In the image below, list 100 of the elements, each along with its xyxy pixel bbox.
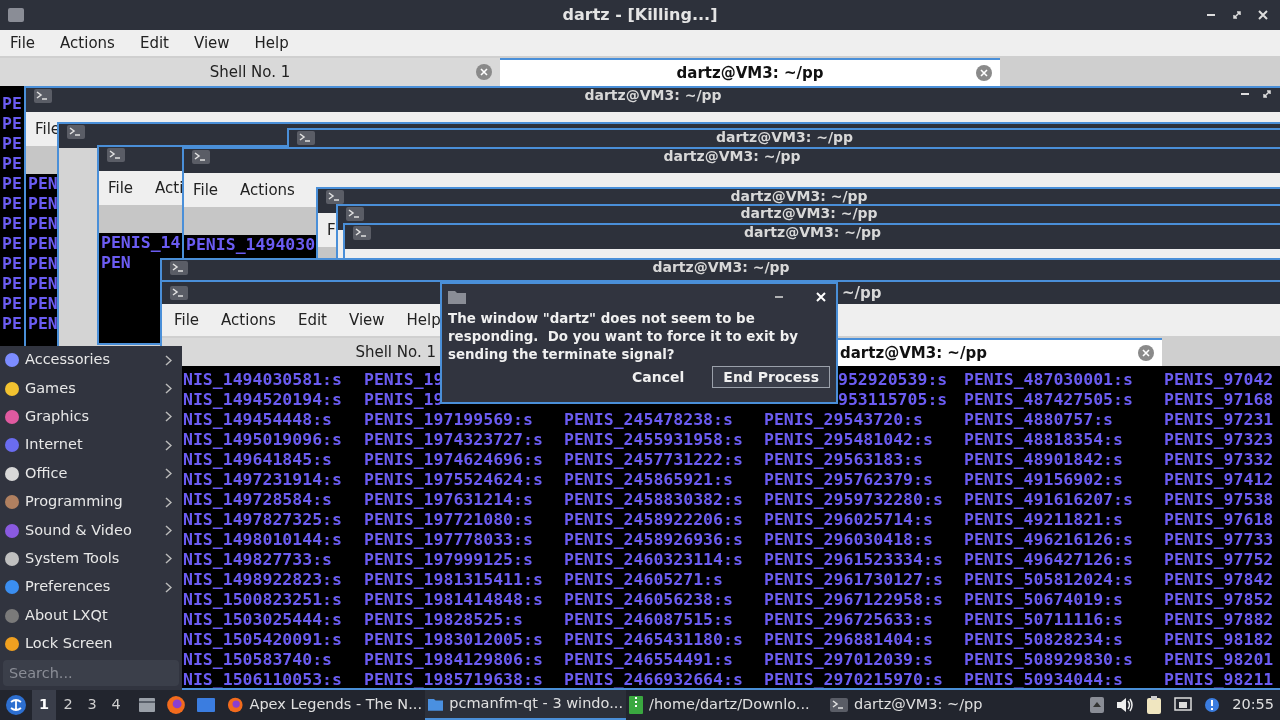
terminal-line: PE [2,294,22,314]
terminal-text: NIS_1503025444:s [183,610,342,630]
terminal-text: PENIS_1985719638:s [364,670,543,688]
terminal-text: PENIS_487030001:s [964,370,1133,390]
desktop-switch[interactable]: 4 [104,690,128,720]
terminal-text: PENIS_97882 [1164,610,1274,630]
terminal-text: NIS_1498922823:s [183,570,342,590]
terminal-line: PEN [28,314,58,334]
menu-item[interactable]: Actions [221,308,276,332]
menu-item[interactable]: Edit [297,308,327,332]
terminal-line: PE [2,254,22,274]
menu-item[interactable]: Preferences [0,573,182,602]
terminal-text: PENIS_491616207:s [964,490,1133,510]
desktop-switch[interactable]: 3 [80,690,104,720]
terminal-text: PENIS_19 [364,390,444,410]
terminal-line: PE [2,94,22,114]
terminal-text: PENIS_97618 [1164,510,1274,530]
terminal-line: PEN [28,294,58,314]
desktop-switch[interactable]: 2 [56,690,80,720]
terminal-text: PENIS_197631214:s [364,490,533,510]
terminal-text: PENIS_2961730127:s [764,570,943,590]
menu-item[interactable]: File [193,178,219,202]
terminal-text: PENIS_19828525:s [364,610,523,630]
window-title: dartz@VM3: ~/pp [584,88,722,103]
terminal-text: PENIS_1984129806:s [364,650,543,670]
menu-item[interactable]: File [108,176,134,200]
window-title: dartz@VM3: ~/pp [715,130,854,145]
terminal-text: PENIS_508929830:s [964,650,1133,670]
terminal-text: NIS_149454448:s [183,410,332,430]
terminal-text: PENIS_2961523334:s [764,550,943,570]
menu-item[interactable]: Games [0,374,182,403]
terminal-line: PEN [28,194,58,214]
terminal-text: PENIS_296025714:s [764,510,933,530]
terminal-line: PE [2,134,22,154]
terminal-text: PENIS_48818354:s [964,430,1123,450]
terminal-text: PENIS_197199569:s [364,410,533,430]
terminal-text: PENIS_2967122958:s [764,590,943,610]
terminal-text: PENIS_197721080:s [364,510,533,530]
terminal-line: PEN [28,214,58,234]
task-button[interactable]: Apex Legends - The N... [224,690,425,720]
desktop-switch[interactable]: 1 [32,690,56,720]
menu-item[interactable]: F [327,218,336,242]
menu-item[interactable]: Graphics [0,402,182,432]
tab[interactable]: dartz@VM3: ~/pp [500,58,1000,86]
menu-item[interactable]: File [10,31,36,55]
terminal-text: NIS_1497827325:s [183,510,342,530]
terminal-text: NIS_149728584:s [183,490,332,510]
terminal-text: PENIS_97323 [1164,430,1274,450]
search-field[interactable]: Search... [3,660,179,687]
menu-item[interactable]: Help [254,31,289,55]
terminal-text: PENIS_296030418:s [764,530,933,550]
terminal-text: PENIS_49156902:s [964,470,1123,490]
menu-item[interactable]: Internet [0,431,182,460]
menu-item[interactable]: System Tools [0,544,182,574]
menu-item[interactable]: Acti [155,176,184,200]
terminal-line: PE [2,274,22,294]
window-title: dartz@VM3: ~/pp [730,189,868,204]
menu-item[interactable]: Actions [60,31,115,55]
terminal-text: PENIS_97752 [1164,550,1274,570]
terminal-text: PENIS_2959732280:s [764,490,943,510]
terminal-text: PENIS_49211821:s [964,510,1123,530]
terminal-text: 953115705:s [838,390,948,410]
window-title: dartz@VM3: ~/pp [740,206,878,221]
terminal-line: PE [2,214,22,234]
terminal-text: PENIS_97538 [1164,490,1274,510]
terminal-text: PENIS_297012039:s [764,650,933,670]
window-title: dartz@VM3: ~/pp [652,260,790,275]
task-button[interactable]: dartz@VM3: ~/pp [827,690,1028,720]
menu-item[interactable]: Programming [0,487,182,517]
terminal-text: PENIS_97852 [1164,590,1274,610]
terminal-text: PENIS_505812024:s [964,570,1133,590]
dialog-button[interactable]: Cancel [622,366,695,388]
terminal-text: PENIS_48901842:s [964,450,1123,470]
terminal-text: PENIS_2455931958:s [564,430,743,450]
task-button[interactable]: /home/dartz/Downlo... [626,690,827,720]
terminal-text: PENIS_295481042:s [764,430,933,450]
menu-item[interactable]: Actions [240,178,295,202]
terminal-text: PENIS_97168 [1164,390,1274,410]
clock[interactable]: 20:55 [1232,694,1274,716]
menu-item[interactable]: Sound & Video [0,516,182,545]
task-button[interactable]: pcmanfm-qt - 3 windo... [425,690,626,720]
terminal-text: NIS_1494030581:s [183,370,342,390]
terminal-text: PENIS_296725633:s [764,610,933,630]
dialog-button[interactable]: End Process [712,366,830,388]
menu-item[interactable]: About LXQt [0,601,182,630]
terminal-text: PENIS_50828234:s [964,630,1123,650]
menu-item[interactable]: Office [0,459,182,488]
menu-item[interactable]: Lock Screen [0,629,182,659]
menu-item[interactable]: File [174,308,200,332]
menu-item[interactable]: Help [406,308,441,332]
tab[interactable]: Shell No. 1 [0,58,500,86]
terminal-line: PE [2,114,22,134]
terminal-text: PENIS_2458926936:s [564,530,743,550]
menu-item[interactable]: View [348,308,385,332]
terminal-text: PENIS_50711116:s [964,610,1123,630]
menu-item[interactable]: Edit [139,31,169,55]
terminal-text: PENIS_50674019:s [964,590,1123,610]
terminal-text: PENIS_197999125:s [364,550,533,570]
menu-item[interactable]: View [193,31,230,55]
terminal-text: NIS_1506110053:s [183,670,342,688]
